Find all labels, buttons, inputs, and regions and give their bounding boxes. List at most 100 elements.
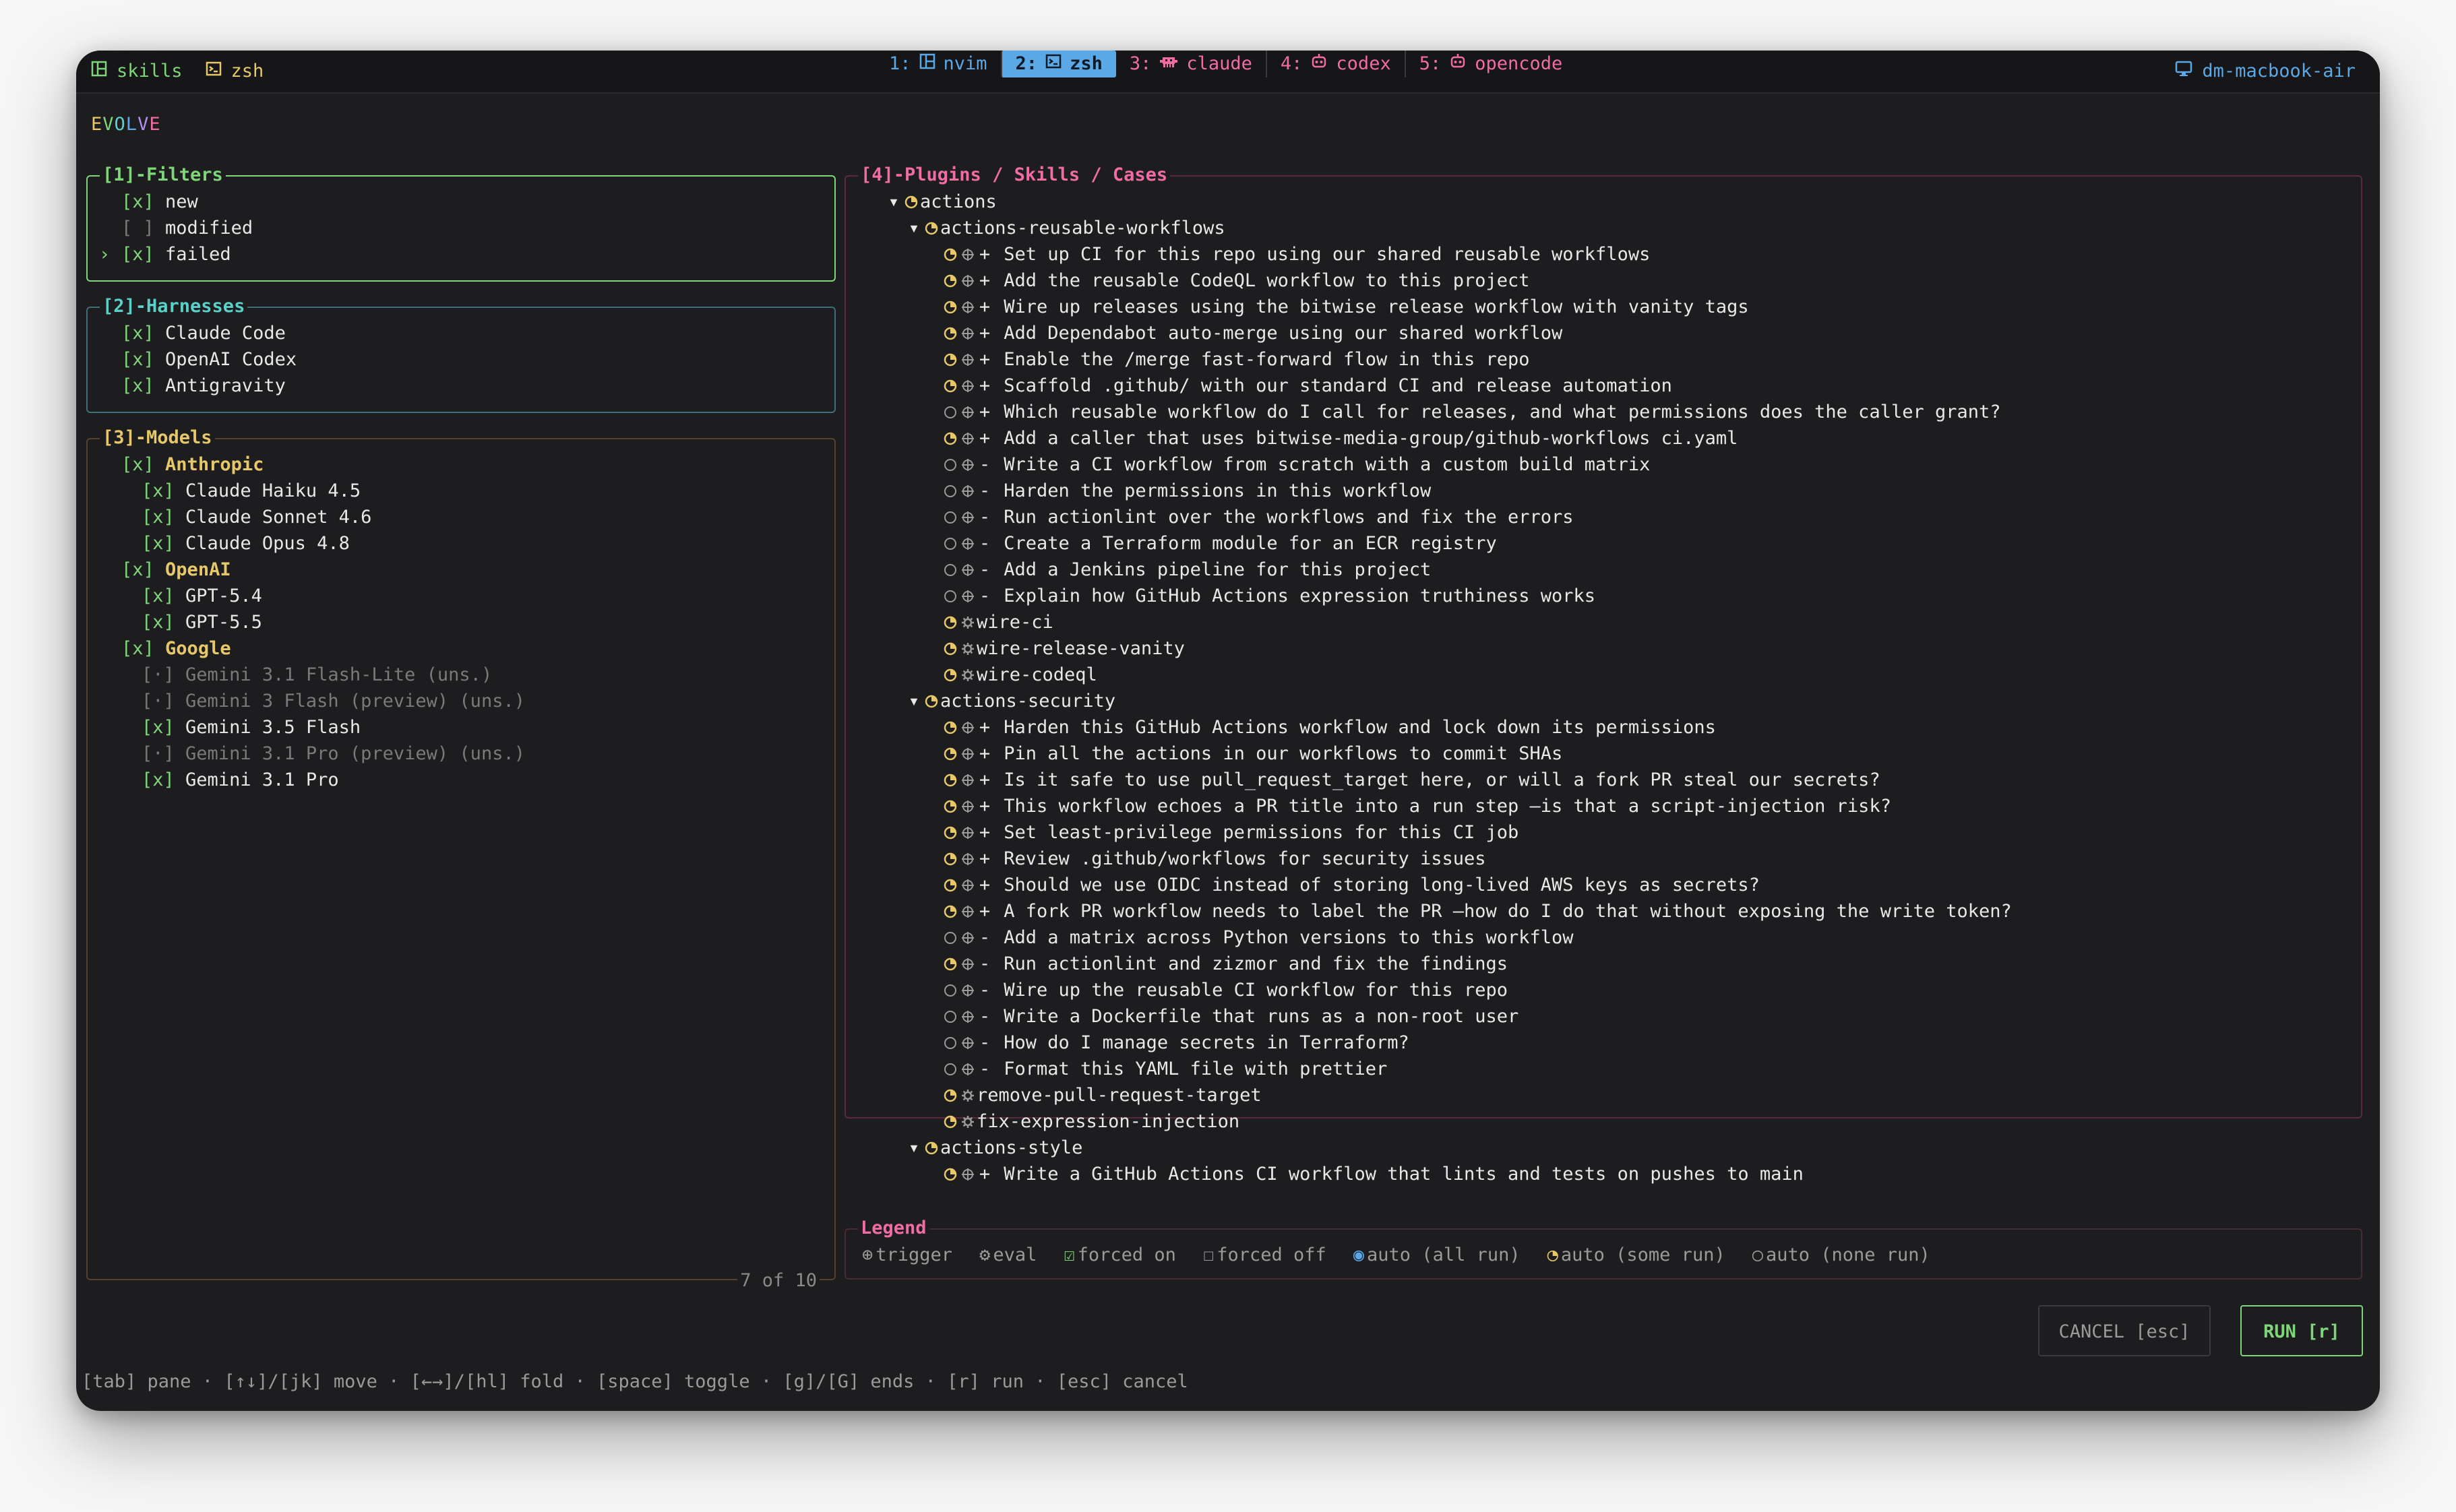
- case-item[interactable]: + Wire up releases using the bitwise rel…: [846, 294, 2361, 320]
- status-some-run-icon[interactable]: [942, 904, 959, 919]
- status-none-run-icon[interactable]: [942, 589, 959, 604]
- case-item[interactable]: wire-ci: [846, 609, 2361, 635]
- status-some-run-icon[interactable]: [942, 247, 959, 262]
- model-checkbox[interactable]: [x]: [142, 480, 175, 501]
- status-none-run-icon[interactable]: [942, 536, 959, 551]
- harnesses-pane[interactable]: [2]-Harnesses [x] Claude Code [x] OpenAI …: [86, 294, 836, 413]
- status-some-run-icon[interactable]: [942, 615, 959, 630]
- session-item[interactable]: skills: [91, 51, 183, 92]
- filter-checkbox[interactable]: [x]: [121, 244, 154, 265]
- model-group-anthropic[interactable]: [x] Anthropic: [88, 451, 834, 478]
- model-group-checkbox[interactable]: [x]: [121, 638, 154, 659]
- case-item[interactable]: + Should we use OIDC instead of storing …: [846, 872, 2361, 898]
- status-none-run-icon[interactable]: [942, 1009, 959, 1024]
- filter-item-modified[interactable]: [ ] modified: [88, 215, 834, 241]
- status-none-run-icon[interactable]: [942, 983, 959, 998]
- status-some-run-icon[interactable]: [942, 326, 959, 341]
- model-checkbox[interactable]: [x]: [142, 717, 175, 738]
- harness-item[interactable]: [x] OpenAI Codex: [88, 346, 834, 373]
- filter-checkbox[interactable]: [x]: [121, 191, 154, 212]
- case-item[interactable]: + Is it safe to use pull_request_target …: [846, 767, 2361, 793]
- case-item[interactable]: + Add a caller that uses bitwise-media-g…: [846, 425, 2361, 451]
- case-item[interactable]: - Write a CI workflow from scratch with …: [846, 451, 2361, 478]
- case-item[interactable]: + Scaffold .github/ with our standard CI…: [846, 373, 2361, 399]
- status-none-run-icon[interactable]: [942, 484, 959, 499]
- tree-node[interactable]: ▾ actions-security: [846, 688, 2361, 714]
- status-some-run-icon[interactable]: [942, 379, 959, 393]
- case-item[interactable]: - Add a matrix across Python versions to…: [846, 924, 2361, 951]
- case-item[interactable]: fix-expression-injection: [846, 1108, 2361, 1135]
- case-item[interactable]: + Enable the /merge fast-forward flow in…: [846, 346, 2361, 373]
- status-some-run-icon[interactable]: [942, 1088, 959, 1103]
- filter-item-new[interactable]: [x] new: [88, 189, 834, 215]
- case-item[interactable]: - Explain how GitHub Actions expression …: [846, 583, 2361, 609]
- harness-item[interactable]: [x] Antigravity: [88, 373, 834, 399]
- status-some-run-icon[interactable]: [942, 1167, 959, 1182]
- status-none-run-icon[interactable]: [942, 931, 959, 945]
- status-some-run-icon[interactable]: [942, 300, 959, 315]
- case-item[interactable]: + Add the reusable CodeQL workflow to th…: [846, 267, 2361, 294]
- filters-pane[interactable]: [1]-Filters [x] new[ ] modified › [x] fail…: [86, 163, 836, 282]
- model-item[interactable]: [x] GPT-5.5: [88, 609, 834, 635]
- tree-node[interactable]: ▾ actions-reusable-workflows: [846, 215, 2361, 241]
- filter-checkbox[interactable]: [ ]: [121, 218, 154, 239]
- workspace-tab-claude[interactable]: 3: claude: [1116, 51, 1266, 77]
- model-group-openai[interactable]: [x] OpenAI: [88, 557, 834, 583]
- case-item[interactable]: remove-pull-request-target: [846, 1082, 2361, 1108]
- workspace-tab-zsh[interactable]: 2: zsh: [1000, 51, 1116, 77]
- case-item[interactable]: - Run actionlint over the workflows and …: [846, 504, 2361, 530]
- case-item[interactable]: - Write a Dockerfile that runs as a non-…: [846, 1003, 2361, 1030]
- case-item[interactable]: + Add Dependabot auto-merge using our sh…: [846, 320, 2361, 346]
- model-item[interactable]: [·] Gemini 3 Flash (preview) (uns.): [88, 688, 834, 714]
- case-item[interactable]: wire-codeql: [846, 662, 2361, 688]
- filter-item-failed[interactable]: › [x] failed: [88, 241, 834, 267]
- models-pane[interactable]: [3]-Models [x] Anthropic [x] Claude Haiku…: [86, 426, 836, 1291]
- status-some-run-icon[interactable]: [942, 799, 959, 814]
- case-item[interactable]: - Wire up the reusable CI workflow for t…: [846, 977, 2361, 1003]
- status-some-run-icon[interactable]: [942, 352, 959, 367]
- tree-node[interactable]: ▾ actions-style: [846, 1135, 2361, 1161]
- harness-item[interactable]: [x] Claude Code: [88, 320, 834, 346]
- case-item[interactable]: - Run actionlint and zizmor and fix the …: [846, 951, 2361, 977]
- status-some-run-icon[interactable]: [942, 668, 959, 683]
- status-some-run-icon[interactable]: [942, 825, 959, 840]
- workspace-tab-opencode[interactable]: 5: opencode: [1404, 51, 1576, 77]
- session-item[interactable]: zsh: [206, 51, 264, 92]
- status-some-run-icon[interactable]: [942, 641, 959, 656]
- model-item[interactable]: [x] Gemini 3.1 Pro: [88, 767, 834, 793]
- status-none-run-icon[interactable]: [942, 510, 959, 525]
- cases-pane[interactable]: [4]-Plugins / Skills / Cases ▾ actions ▾ ac…: [845, 163, 2362, 1185]
- status-some-run-icon[interactable]: [923, 221, 940, 236]
- model-checkbox[interactable]: [x]: [142, 586, 175, 606]
- collapse-arrow-icon[interactable]: ▾: [905, 688, 923, 714]
- case-item[interactable]: + Set least-privilege permissions for th…: [846, 819, 2361, 846]
- status-some-run-icon[interactable]: [942, 957, 959, 972]
- case-item[interactable]: wire-release-vanity: [846, 635, 2361, 662]
- collapse-arrow-icon[interactable]: ▾: [905, 215, 923, 241]
- cancel-button[interactable]: CANCEL [esc]: [2038, 1305, 2211, 1356]
- model-checkbox[interactable]: [x]: [142, 612, 175, 633]
- case-item[interactable]: + Harden this GitHub Actions workflow an…: [846, 714, 2361, 741]
- workspace-tab-codex[interactable]: 4: codex: [1265, 51, 1405, 77]
- harness-checkbox[interactable]: [x]: [121, 323, 154, 344]
- run-button[interactable]: RUN [r]: [2240, 1305, 2363, 1356]
- status-some-run-icon[interactable]: [942, 720, 959, 735]
- tree-node[interactable]: ▾ actions: [846, 189, 2361, 215]
- status-some-run-icon[interactable]: [942, 852, 959, 867]
- case-item[interactable]: - How do I manage secrets in Terraform?: [846, 1030, 2361, 1056]
- case-item[interactable]: + Write a GitHub Actions CI workflow tha…: [846, 1161, 2361, 1187]
- case-item[interactable]: + This workflow echoes a PR title into a…: [846, 793, 2361, 819]
- status-some-run-icon[interactable]: [923, 694, 940, 709]
- status-some-run-icon[interactable]: [942, 773, 959, 788]
- case-item[interactable]: - Harden the permissions in this workflo…: [846, 478, 2361, 504]
- collapse-arrow-icon[interactable]: ▾: [885, 189, 902, 215]
- harness-checkbox[interactable]: [x]: [121, 349, 154, 370]
- model-checkbox[interactable]: [x]: [142, 533, 175, 554]
- status-some-run-icon[interactable]: [923, 1141, 940, 1156]
- status-some-run-icon[interactable]: [942, 1114, 959, 1129]
- model-item[interactable]: [·] Gemini 3.1 Pro (preview) (uns.): [88, 741, 834, 767]
- case-item[interactable]: - Format this YAML file with prettier: [846, 1056, 2361, 1082]
- status-some-run-icon[interactable]: [902, 195, 920, 210]
- status-some-run-icon[interactable]: [942, 878, 959, 893]
- case-item[interactable]: - Create a Terraform module for an ECR r…: [846, 530, 2361, 557]
